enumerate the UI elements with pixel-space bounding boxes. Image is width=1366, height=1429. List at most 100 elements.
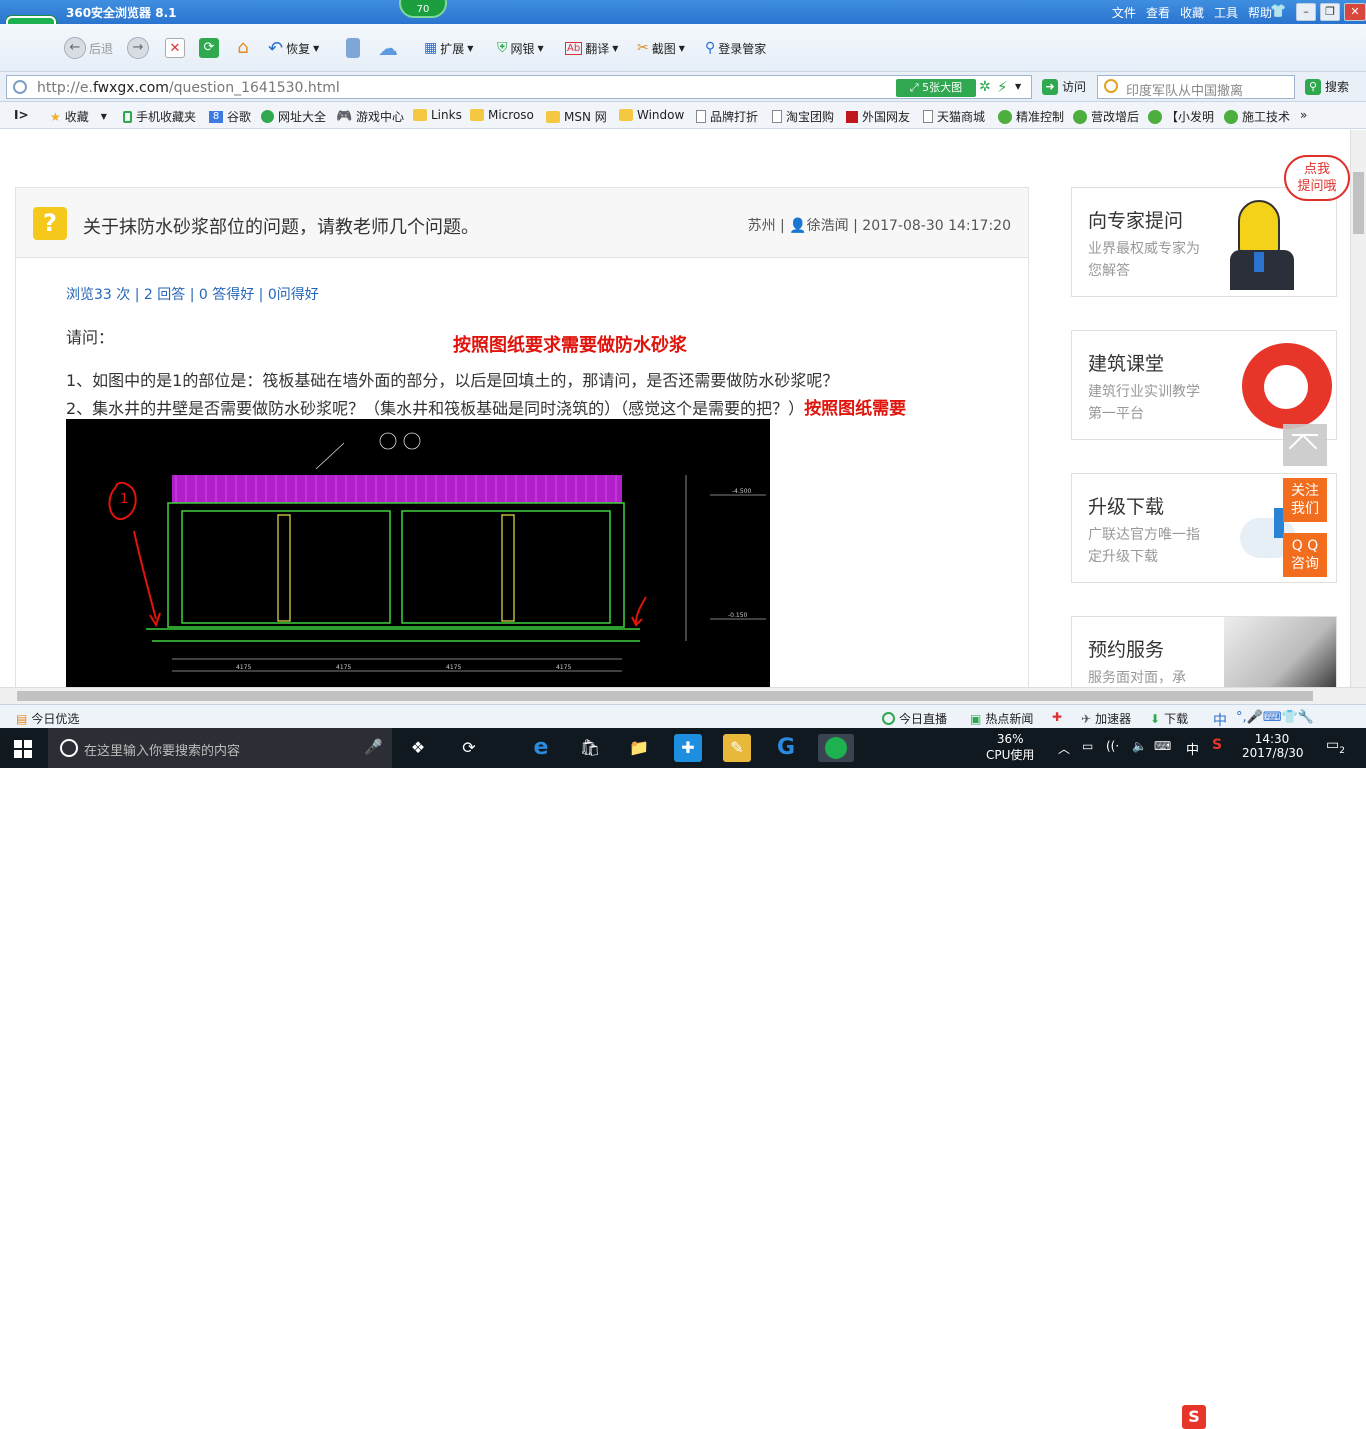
title-bar: 360安全浏览器 8.1 70 文件 查看 收藏 工具 帮助 👕 – ❐ ✕ — [0, 0, 1366, 24]
back-button[interactable]: ← 后退 — [64, 36, 113, 60]
netbank-button[interactable]: ⛨ 网银 ▼ — [497, 36, 544, 60]
fav-mobile[interactable]: 手机收藏夹 — [123, 108, 196, 125]
extend-button[interactable]: ▦ 扩展 ▼ — [424, 36, 473, 60]
fav-links[interactable]: Links — [413, 108, 462, 122]
tray-sogou-icon[interactable]: S — [1212, 737, 1222, 753]
fav-brand[interactable]: 品牌打折 — [696, 108, 758, 125]
health-icon[interactable]: ✚ — [1052, 710, 1062, 724]
cad-level-1: -4.500 — [732, 488, 752, 495]
chevron-down-icon[interactable]: ▼ — [1015, 82, 1021, 91]
qq-consult-button[interactable]: Q Q 咨询 — [1283, 533, 1327, 577]
ask-me-bubble[interactable]: 点我 提问哦 — [1284, 155, 1350, 201]
close-button[interactable]: ✕ — [1344, 3, 1366, 21]
app-plus-icon[interactable]: ✚ — [674, 734, 702, 762]
lightning-icon[interactable]: ⚡ — [997, 78, 1008, 96]
fav-games[interactable]: 🎮 游戏中心 — [336, 108, 404, 125]
battery-icon[interactable]: ▭ — [1082, 739, 1093, 753]
store-icon[interactable]: 🛍 — [576, 734, 604, 762]
search-input[interactable]: 印度军队从中国撤离 — [1097, 75, 1295, 99]
scissors-icon: ✂ — [637, 40, 649, 56]
skin-icon[interactable]: 👕 — [1270, 4, 1286, 19]
screenshot-button[interactable]: ✂ 截图 ▼ — [637, 36, 685, 60]
address-bar[interactable]: http://e.fwxgx.com/question_1641530.html… — [6, 75, 1032, 99]
visit-button[interactable]: ➜ 访问 — [1042, 78, 1086, 95]
question-line-1: 1、如图中的是1的部位是：筏板基础在墙外面的部分，以后是回填土的，那请问，是否还… — [66, 371, 839, 390]
forward-button[interactable]: → — [127, 36, 149, 60]
restore-button[interactable]: ↶ 恢复 ▼ — [268, 36, 319, 60]
performance-badge[interactable]: 70 — [399, 0, 447, 18]
menu-view[interactable]: 查看 — [1146, 4, 1170, 21]
accelerator[interactable]: ✈ 加速器 — [1081, 710, 1131, 727]
home-button[interactable]: ⌂ — [233, 36, 253, 60]
notification-icon[interactable]: ▭2 — [1326, 737, 1345, 756]
menu-help[interactable]: 帮助 — [1248, 4, 1272, 21]
address-url[interactable]: http://e.fwxgx.com/question_1641530.html — [37, 80, 340, 96]
fav-microso[interactable]: Microso — [470, 108, 534, 122]
microphone-icon[interactable]: 🎤 — [364, 738, 383, 756]
today-picks[interactable]: ▤ 今日优选 — [16, 710, 79, 727]
question-author[interactable]: 徐浩闻 — [807, 218, 849, 234]
task-view-icon[interactable]: ❖ — [404, 734, 432, 762]
browser-360-taskbar-icon[interactable] — [818, 734, 854, 762]
clock[interactable]: 14:30 2017/8/30 — [1242, 732, 1304, 760]
back-to-top-button[interactable] — [1283, 424, 1327, 466]
horizontal-scroll-thumb[interactable] — [17, 691, 1313, 701]
big-images-button[interactable]: ⤢ 5张大图 — [896, 79, 976, 97]
fav-sites[interactable]: 网址大全 — [261, 108, 326, 125]
vertical-scrollbar[interactable] — [1350, 130, 1366, 687]
volume-icon[interactable]: 🔈 — [1132, 739, 1147, 753]
taskbar-search[interactable]: 在这里输入你要搜索的内容 🎤 — [48, 728, 392, 768]
menu-favorites[interactable]: 收藏 — [1180, 4, 1204, 21]
translate-button[interactable]: Ab 翻译 ▼ — [565, 36, 618, 60]
vertical-scroll-thumb[interactable] — [1353, 172, 1364, 234]
favbar-toggle-icon[interactable]: I> — [14, 108, 29, 122]
fav-msn[interactable]: MSN 网 — [546, 108, 607, 125]
refresh-button[interactable]: ⟳ — [199, 36, 219, 60]
search-button[interactable]: ⚲ 搜索 — [1305, 78, 1349, 95]
cad-drawing-image[interactable]: 4175 4175 4175 4175 -4.500 -0.150 1 — [66, 419, 770, 687]
fav-foreign[interactable]: 外国网友 — [846, 108, 910, 125]
fav-google[interactable]: 8 谷歌 — [209, 108, 251, 125]
cloud-button[interactable]: ☁ — [378, 36, 398, 60]
stop-button[interactable]: ✕ — [165, 36, 185, 60]
fav-taobao[interactable]: 淘宝团购 — [772, 108, 834, 125]
fav-window[interactable]: Window — [619, 108, 684, 122]
fav-collect[interactable]: ★ 收藏 ▼ — [50, 108, 107, 125]
edge-icon[interactable]: e — [527, 734, 555, 762]
today-live[interactable]: 今日直播 — [882, 710, 947, 727]
downloads[interactable]: ⬇ 下载 — [1150, 710, 1188, 727]
hot-news[interactable]: ▣ 热点新闻 — [970, 710, 1033, 727]
file-explorer-icon[interactable]: 📁 — [625, 734, 653, 762]
minimize-button[interactable]: – — [1296, 3, 1316, 21]
cpu-usage[interactable]: 36% CPU使用 — [986, 732, 1034, 763]
glodon-app-icon[interactable]: G — [772, 734, 800, 762]
horizontal-scrollbar[interactable] — [0, 687, 1366, 704]
menu-file[interactable]: 文件 — [1112, 4, 1136, 21]
login-manager-button[interactable]: ⚲ 登录管家 — [705, 36, 766, 60]
card-ask-expert[interactable]: 向专家提问 业界最权威专家为您解答 — [1071, 187, 1337, 297]
tray-ime[interactable]: 中 — [1186, 739, 1199, 758]
phone-button[interactable] — [346, 36, 360, 60]
card-appointment[interactable]: 预约服务 服务面对面，承 — [1071, 616, 1337, 687]
follow-us-button[interactable]: 关注 我们 — [1283, 478, 1327, 522]
fav-precise[interactable]: 精准控制 — [998, 108, 1064, 125]
fav-construction[interactable]: 施工技术 — [1224, 108, 1290, 125]
ime-toolbar-icons[interactable]: °,🎤⌨👕🔧 — [1236, 710, 1314, 725]
sogou-ime-icon[interactable]: S — [1182, 1405, 1206, 1429]
folder-icon — [413, 109, 427, 121]
menu-tools[interactable]: 工具 — [1214, 4, 1238, 21]
fav-invention[interactable]: 【小发明 — [1148, 108, 1214, 125]
notes-app-icon[interactable]: ✎ — [723, 734, 751, 762]
fav-vat[interactable]: 营改增后 — [1073, 108, 1139, 125]
keyboard-icon[interactable]: ⌨ — [1154, 739, 1171, 753]
maximize-button[interactable]: ❐ — [1320, 3, 1340, 21]
network-icon[interactable]: ((· — [1106, 739, 1119, 753]
fav-more-icon[interactable]: » — [1300, 108, 1307, 122]
tray-chevron-up-icon[interactable]: ︿ — [1058, 740, 1070, 757]
windows-start-icon[interactable] — [14, 740, 32, 758]
fav-tmall[interactable]: 天猫商城 — [923, 108, 985, 125]
folder-icon — [619, 109, 633, 121]
cad-dim-1: 4175 — [236, 664, 251, 671]
ime-mode[interactable]: 中 — [1213, 710, 1227, 730]
swirl-app-icon[interactable]: ⟳ — [455, 734, 483, 762]
